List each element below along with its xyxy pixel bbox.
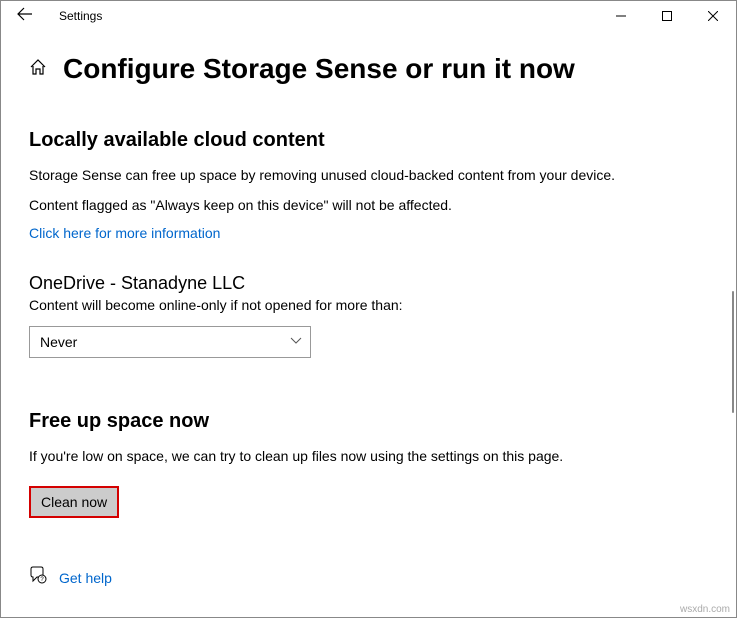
app-title: Settings [59,9,102,23]
interval-dropdown[interactable]: Never [29,326,311,358]
help-icon: ? [29,566,47,589]
chevron-down-icon [290,336,302,348]
more-info-link[interactable]: Click here for more information [29,225,704,241]
home-icon[interactable] [29,58,47,81]
maximize-button[interactable] [644,1,690,31]
scrollbar-thumb[interactable] [732,291,734,413]
window-controls [598,1,736,31]
clean-now-button[interactable]: Clean now [29,486,119,518]
cloud-desc-2: Content flagged as "Always keep on this … [29,196,704,216]
section-heading-freeup: Free up space now [29,410,704,433]
onedrive-account-desc: Content will become online-only if not o… [29,296,704,316]
titlebar: Settings [1,1,736,31]
page-title: Configure Storage Sense or run it now [63,53,575,85]
section-heading-cloud: Locally available cloud content [29,129,704,152]
page-header: Configure Storage Sense or run it now [29,53,704,85]
minimize-button[interactable] [598,1,644,31]
watermark: wsxdn.com [680,604,730,615]
help-row: ? Get help [29,566,704,589]
dropdown-value: Never [40,334,77,350]
cloud-desc-1: Storage Sense can free up space by remov… [29,166,704,186]
close-button[interactable] [690,1,736,31]
onedrive-account-heading: OneDrive - Stanadyne LLC [29,273,704,294]
freeup-desc: If you're low on space, we can try to cl… [29,447,704,467]
back-button[interactable] [9,3,41,30]
get-help-link[interactable]: Get help [59,570,112,586]
